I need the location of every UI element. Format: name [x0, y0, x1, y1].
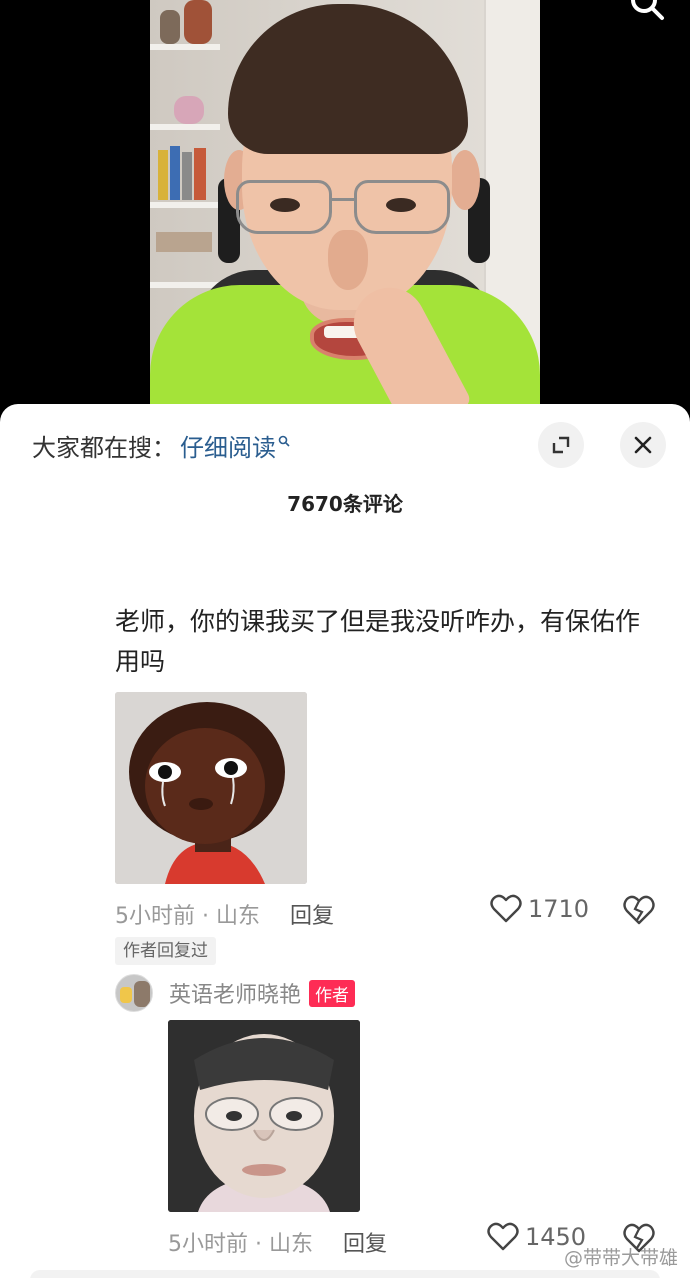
- author-badge: 作者: [309, 979, 356, 1007]
- avatar[interactable]: [115, 974, 153, 1012]
- expand-button[interactable]: [538, 422, 584, 468]
- book: [182, 152, 192, 200]
- suggested-search-term[interactable]: 仔细阅读: [180, 428, 276, 463]
- reply-button[interactable]: 回复: [343, 1226, 387, 1258]
- reply-meta: 5小时前 · 山东 回复: [168, 1226, 387, 1258]
- shelf: [150, 124, 220, 130]
- nose: [328, 230, 368, 290]
- figurine: [184, 0, 212, 44]
- reply-username[interactable]: 英语老师晓艳: [169, 977, 301, 1009]
- hair: [228, 4, 468, 154]
- shelf: [150, 202, 220, 208]
- search-icon: [278, 435, 290, 447]
- book: [170, 146, 180, 200]
- reply-time-location: 5小时前 · 山东: [168, 1232, 313, 1257]
- author-replied-tag: 作者回复过: [115, 937, 216, 965]
- reply-author[interactable]: 英语老师晓艳 作者: [115, 974, 356, 1012]
- comment-text[interactable]: 老师，你的课我买了但是我没听咋办，有保佑作用吗: [115, 602, 645, 682]
- reply-button[interactable]: 回复: [290, 898, 334, 930]
- comment-time-location: 5小时前 · 山东: [115, 904, 260, 929]
- shelf: [150, 44, 220, 50]
- close-icon: [634, 436, 652, 454]
- book: [194, 148, 206, 200]
- box: [156, 232, 212, 252]
- comments-count: 7670条评论: [287, 492, 403, 516]
- reply-sticker-image[interactable]: [168, 1020, 360, 1212]
- search-icon[interactable]: [628, 0, 668, 26]
- heart-icon: [487, 1222, 519, 1251]
- figurine: [160, 10, 180, 44]
- book: [158, 150, 168, 200]
- shelf: [150, 282, 220, 288]
- comment-sticker-image[interactable]: [115, 692, 307, 884]
- suggested-search[interactable]: 大家都在搜： 仔细阅读: [32, 428, 290, 463]
- heart-icon: [490, 894, 522, 923]
- video-frame: [150, 0, 540, 420]
- comment-input-bar[interactable]: [30, 1270, 660, 1278]
- expand-icon: [552, 436, 570, 454]
- like-count: 1710: [528, 895, 590, 923]
- comment-sheet: 大家都在搜： 仔细阅读 7670条评论 老师，你的课我买了但是我没听咋办，有保佑…: [0, 404, 690, 1278]
- dislike-icon[interactable]: [622, 894, 656, 926]
- video-player[interactable]: [0, 0, 690, 420]
- suggested-search-prefix: 大家都在搜：: [32, 434, 176, 462]
- watermark: @带带大带雄: [563, 1247, 678, 1269]
- comment-meta: 5小时前 · 山东 回复: [115, 898, 334, 930]
- figurine: [174, 96, 204, 124]
- close-button[interactable]: [620, 422, 666, 468]
- like-button[interactable]: 1710: [490, 894, 589, 924]
